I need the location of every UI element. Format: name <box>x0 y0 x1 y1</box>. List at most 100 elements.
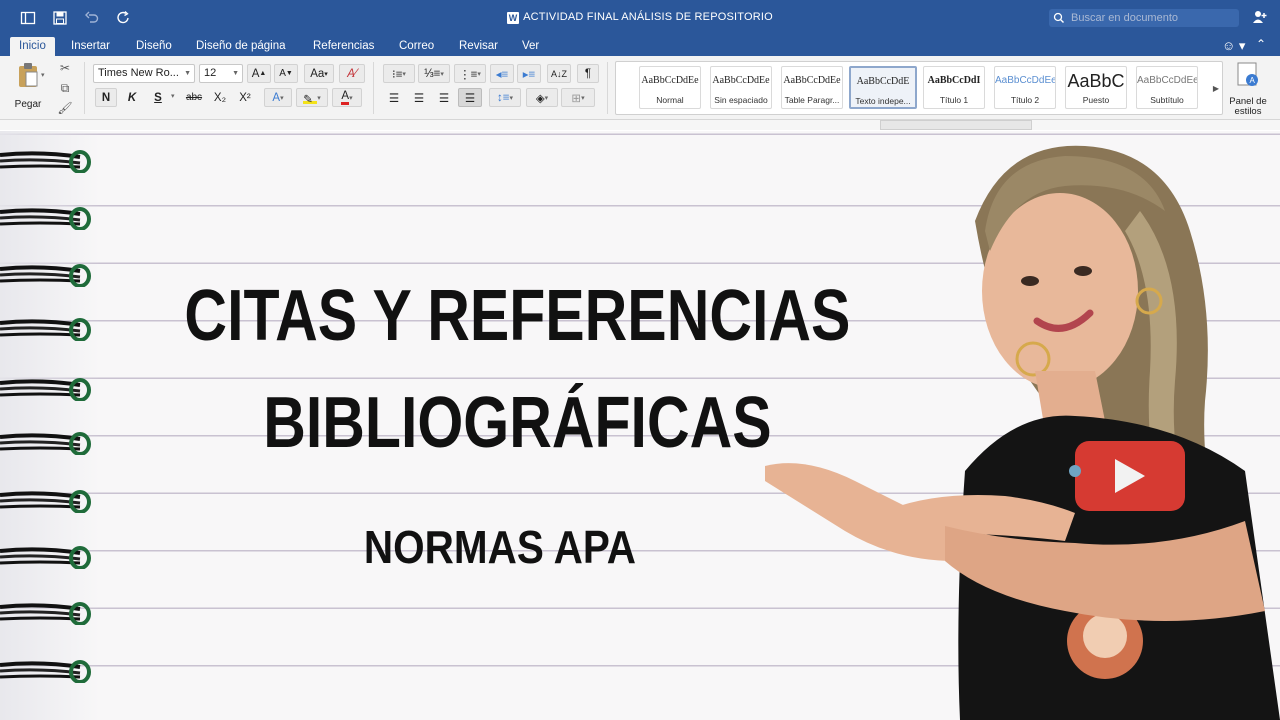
styles-gallery: AaBbCcDdEe Normal AaBbCcDdEe Sin espacia… <box>615 61 1223 115</box>
copy-icon[interactable]: ⧉ <box>57 80 73 96</box>
tab-inicio[interactable]: Inicio <box>10 37 55 56</box>
search-icon <box>1053 12 1064 23</box>
tab-referencias[interactable]: Referencias <box>304 37 383 56</box>
font-size-dropdown[interactable]: 12 ▼ <box>199 64 243 83</box>
font-name-dropdown[interactable]: Times New Ro... ▼ <box>93 64 195 83</box>
sort-button[interactable]: A↓Z <box>547 64 571 83</box>
divider <box>373 62 374 114</box>
spiral-ring <box>0 150 91 173</box>
cut-icon[interactable]: ✂ <box>57 60 73 76</box>
style-titulo-2[interactable]: AaBbCcDdEe Título 2 <box>994 66 1056 109</box>
style-label: Texto indepe... <box>855 96 911 106</box>
style-subtitulo[interactable]: AaBbCcDdEe Subtítulo <box>1136 66 1198 109</box>
style-label: Título 1 <box>939 95 969 105</box>
font-size-value: 12 <box>204 67 217 79</box>
increase-indent-icon: ▸≡ <box>522 68 536 81</box>
chevron-down-icon[interactable]: ▾ <box>171 92 175 100</box>
word-doc-icon: W <box>507 12 520 24</box>
svg-text:A: A <box>1250 76 1256 85</box>
bold-button[interactable]: N <box>95 88 117 107</box>
show-paragraph-marks-button[interactable]: ¶ <box>577 64 599 83</box>
align-right-button[interactable]: ☰ <box>433 88 455 107</box>
styles-pane-icon: A <box>1237 62 1258 86</box>
borders-button[interactable]: ⊞ ▾ <box>561 88 595 107</box>
style-texto-independiente[interactable]: AaBbCcDdE Texto indepe... <box>849 66 917 109</box>
subscript-button[interactable]: X₂ <box>209 88 231 107</box>
spiral-ring <box>0 378 91 401</box>
tab-revisar[interactable]: Revisar <box>450 37 507 56</box>
style-normal[interactable]: AaBbCcDdEe Normal <box>639 66 701 109</box>
share-person-icon[interactable] <box>1252 10 1268 29</box>
text-effects-button[interactable]: A ▾ <box>264 88 292 107</box>
tab-diseno-de-pagina[interactable]: Diseño de página <box>187 37 295 56</box>
tab-insertar[interactable]: Insertar <box>62 37 119 56</box>
style-puesto[interactable]: AaBbC Puesto <box>1065 66 1127 109</box>
highlighter-icon: ✎ <box>303 92 318 106</box>
divider <box>84 62 85 114</box>
font-color-button[interactable]: A ▾ <box>332 88 362 107</box>
font-name-value: Times New Ro... <box>98 67 179 79</box>
style-table-paragraph[interactable]: AaBbCcDdEe Table Paragr... <box>781 66 843 109</box>
spiral-ring <box>0 490 91 513</box>
shading-button[interactable]: ◈ ▾ <box>526 88 558 107</box>
justify-icon: ☰ <box>464 92 476 105</box>
bullet-list-icon: ⁝≡ <box>392 68 403 81</box>
strikethrough-button[interactable]: abc <box>180 88 208 107</box>
align-left-button[interactable]: ☰ <box>383 88 405 107</box>
italic-button[interactable]: K <box>121 88 143 107</box>
change-case-button[interactable]: Aa ▾ <box>304 64 334 83</box>
paint-bucket-icon: ◈ <box>535 92 545 105</box>
numbered-list-icon: ⅓≡ <box>424 67 441 80</box>
search-input[interactable] <box>1071 12 1231 24</box>
style-preview: AaBbCcDdEe <box>641 75 699 86</box>
document-page[interactable]: CITAS Y REFERENCIAS BIBLIOGRÁFICAS NORMA… <box>0 131 1280 720</box>
line-spacing-button[interactable]: ↕≡ ▾ <box>489 88 521 107</box>
superscript-button[interactable]: X² <box>234 88 256 107</box>
highlight-button[interactable]: ✎ ▾ <box>296 88 328 107</box>
paste-dropdown-icon[interactable]: ▾ <box>41 71 45 79</box>
justify-button[interactable]: ☰ <box>458 88 482 107</box>
spiral-ring <box>0 546 91 569</box>
feedback-smiley-icon[interactable]: ☺ ▾ <box>1222 38 1245 54</box>
tab-ver[interactable]: Ver <box>513 37 548 56</box>
underline-button[interactable]: S <box>147 88 169 107</box>
style-sin-espaciado[interactable]: AaBbCcDdEe Sin espaciado <box>710 66 772 109</box>
text-effects-label: A <box>272 91 281 104</box>
ribbon-tabs: Inicio Insertar Diseño Diseño de página … <box>0 37 1280 56</box>
style-preview: AaBbCcDdEe <box>995 75 1055 86</box>
align-center-button[interactable]: ☰ <box>408 88 430 107</box>
paste-button[interactable]: Pegar <box>10 62 46 112</box>
format-painter-icon[interactable]: 🖌 <box>57 100 73 116</box>
multilevel-list-button[interactable]: ⋮≡ ▾ <box>454 64 486 83</box>
tab-diseno[interactable]: Diseño <box>127 37 181 56</box>
title-bar: W ACTIVIDAD FINAL ANÁLISIS DE REPOSITORIO <box>0 0 1280 37</box>
shrink-font-label: A <box>279 68 286 79</box>
style-preview: AaBbCcDdEe <box>783 75 841 86</box>
horizontal-ruler[interactable] <box>880 120 1032 130</box>
ribbon: Pegar ▾ ✂ ⧉ 🖌 Times New Ro... ▼ 12 ▼ A ▲ A ▼… <box>0 56 1280 120</box>
numbering-button[interactable]: ⅓≡ ▾ <box>418 64 450 83</box>
style-titulo-1[interactable]: AaBbCcDdI Título 1 <box>923 66 985 109</box>
gallery-next-icon[interactable]: ▶ <box>1213 84 1219 93</box>
styles-pane-button[interactable]: A Panel de estilos <box>1226 62 1270 117</box>
search-box[interactable] <box>1049 9 1239 27</box>
tab-correo[interactable]: Correo <box>390 37 443 56</box>
clipboard-icon <box>19 63 38 87</box>
grow-font-label: A <box>251 67 260 80</box>
presenter-photo <box>765 145 1280 720</box>
decrease-indent-icon: ◂≡ <box>495 68 509 81</box>
style-preview: AaBbCcDdE <box>856 76 910 87</box>
clear-formatting-button[interactable]: A⁄ <box>339 64 365 83</box>
align-left-icon: ☰ <box>388 92 400 105</box>
spiral-ring <box>0 602 91 625</box>
shrink-font-button[interactable]: A ▼ <box>274 64 298 83</box>
decrease-indent-button[interactable]: ◂≡ <box>490 64 514 83</box>
bullets-button[interactable]: ⁝≡ ▾ <box>383 64 415 83</box>
collapse-ribbon-icon[interactable]: ⌃ <box>1256 37 1266 51</box>
grow-font-button[interactable]: A ▲ <box>247 64 271 83</box>
align-right-icon: ☰ <box>438 92 450 105</box>
subheading: NORMAS APA <box>363 521 637 573</box>
increase-indent-button[interactable]: ▸≡ <box>517 64 541 83</box>
spiral-ring <box>0 318 91 341</box>
ruler-strip <box>0 120 1280 130</box>
